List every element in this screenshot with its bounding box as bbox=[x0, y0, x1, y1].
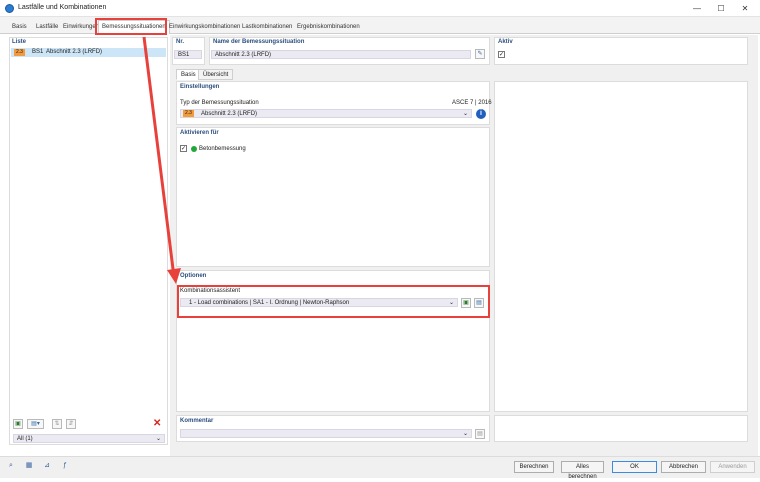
annotation-arrow bbox=[142, 36, 181, 284]
function-icon[interactable]: ƒ bbox=[58, 460, 72, 472]
cancel-button[interactable]: Abbrechen bbox=[661, 461, 706, 473]
ok-button[interactable]: OK bbox=[612, 461, 657, 473]
apply-button[interactable]: Anwenden bbox=[710, 461, 755, 473]
calculate-all-button[interactable]: Alles berechnen bbox=[561, 461, 604, 480]
calculate-button[interactable]: Berechnen bbox=[514, 461, 554, 473]
axes-icon[interactable]: ⊿ bbox=[40, 460, 54, 472]
arrow-head bbox=[167, 268, 181, 284]
search-icon[interactable]: ⌕ bbox=[4, 460, 18, 472]
arrow-line bbox=[142, 36, 176, 278]
units-icon[interactable]: ▦ bbox=[22, 460, 36, 472]
